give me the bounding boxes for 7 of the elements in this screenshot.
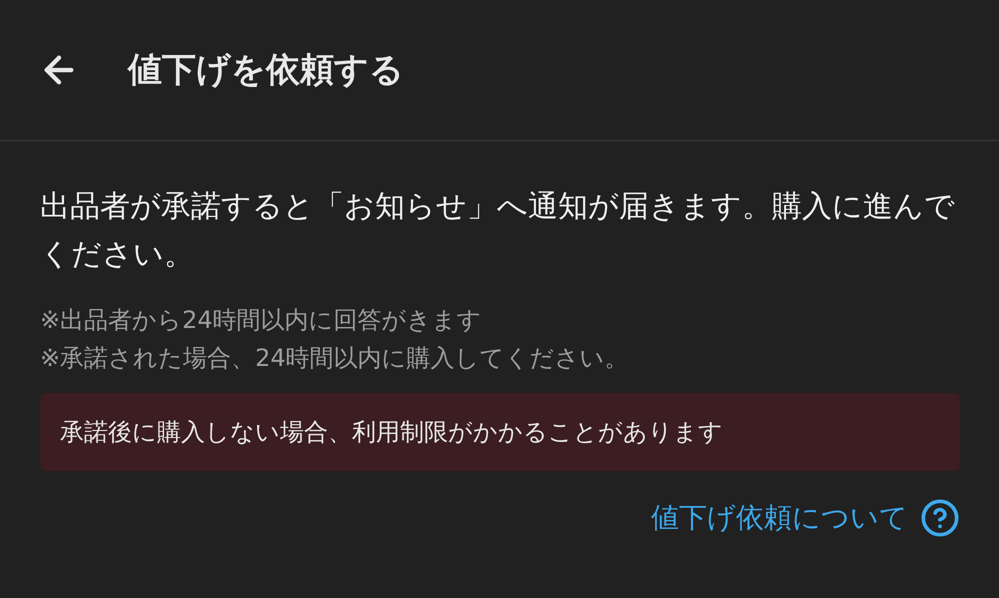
warning-text: 承諾後に購入しない場合、利用制限がかかることがあります [60,417,723,448]
message-text: 出品者が承諾すると「お知らせ」へ通知が届きます。購入に進んでください。 [40,188,956,274]
help-icon [920,498,960,538]
page-title: 値下げを依頼する [128,48,404,92]
note-text: ※出品者から24時間以内に回答がきます [40,305,483,336]
help-link[interactable]: 値下げ依頼について [651,497,960,539]
note-text: ※承諾された場合、24時間以内に購入してください。 [40,343,630,374]
